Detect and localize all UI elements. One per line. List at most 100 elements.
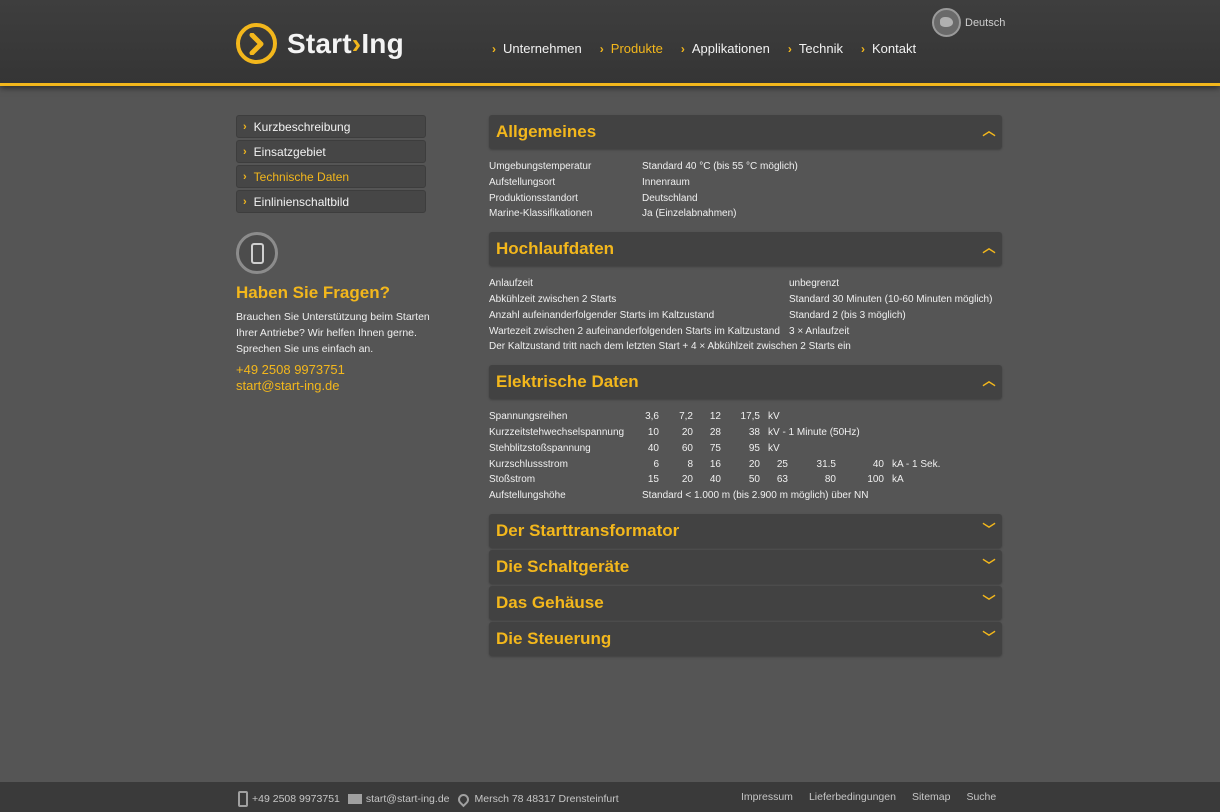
data-value: 20 <box>681 426 693 438</box>
data-row: Marine-Klassifikationen Ja (Einzelabnahme… <box>489 206 1002 222</box>
data-value: Standard 2 (bis 3 möglich) <box>789 309 906 321</box>
accordion-header-hochlaufdaten[interactable]: Hochlaufdaten ︿ <box>489 232 1002 267</box>
subnav-item-label: Einlinienschaltbild <box>253 194 350 209</box>
nav-item-label: Kontakt <box>871 41 917 56</box>
data-label: Stoßstrom <box>489 474 536 486</box>
data-value: 3,6 <box>645 411 659 423</box>
accordion-header-allgemeines[interactable]: Allgemeines ︿ <box>489 115 1002 149</box>
content: Allgemeines ︿ Umgebungstemperatur Standar… <box>489 115 1002 658</box>
nav-item-applikationen[interactable]: › Applikationen <box>681 41 770 56</box>
data-value: 17,5 <box>740 411 760 423</box>
footer-link-lieferbedingungen[interactable]: Lieferbedingungen <box>809 791 896 803</box>
data-value: 3 × Anlaufzeit <box>789 325 850 337</box>
phone-icon <box>238 791 248 807</box>
data-value: 8 <box>687 458 693 470</box>
data-label: Kurzzeitstehwechselspannung <box>489 426 625 438</box>
footer-link-impressum[interactable]: Impressum <box>741 791 793 803</box>
data-value: 38 <box>748 426 760 438</box>
accordion-header-gehaeuse[interactable]: Das Gehäuse ﹀ <box>489 585 1002 620</box>
accordion-body-hochlaufdaten: Anlaufzeit unbegrenzt Abkühlzeit zwischen… <box>489 276 1002 355</box>
data-row: Stoßstrom 15 20 40 50 63 80 100 kA <box>489 472 1002 488</box>
chevron-down-icon[interactable]: ﹀ <box>981 558 997 574</box>
data-row: Spannungsreihen 3,6 7,2 12 17,5 kV <box>489 409 1002 425</box>
subnav-item-einlinienschaltbild[interactable]: › Einlinienschaltbild <box>236 190 426 213</box>
chevron-up-icon[interactable]: ︿ <box>981 240 997 256</box>
data-value: 20 <box>748 458 760 470</box>
subnav-item-technische-daten[interactable]: › Technische Daten <box>236 165 426 188</box>
help-text: Brauchen Sie Unterstützung beim Starten … <box>236 311 430 355</box>
nav-item-produkte[interactable]: › Produkte <box>600 41 663 56</box>
chevron-up-icon[interactable]: ︿ <box>981 373 997 389</box>
accordion-header-schaltgeraete[interactable]: Die Schaltgeräte ﹀ <box>489 549 1002 584</box>
data-label: Umgebungstemperatur <box>489 161 592 172</box>
data-value: Standard 30 Minuten (10-60 Minuten mögli… <box>789 293 993 305</box>
site-header: Start›Ing Deutsch › Unternehmen › Produkte… <box>0 0 1220 86</box>
data-row: Kurzschlussstrom 6 8 16 20 25 31.5 40 kA… <box>489 457 1002 473</box>
data-label: Wartezeit zwischen 2 aufeinanderfolgende… <box>489 325 780 337</box>
subnav-item-label: Technische Daten <box>253 169 350 184</box>
logo[interactable]: Start›Ing <box>236 23 404 64</box>
logo-text-part1: Start <box>287 27 352 59</box>
data-unit: kA - 1 Sek. <box>892 458 941 470</box>
logo-text: Start›Ing <box>287 28 404 60</box>
data-value: 75 <box>709 442 721 454</box>
data-note: Der Kaltzustand tritt nach dem letzten S… <box>489 341 851 353</box>
footer-phone[interactable]: +49 2508 9973751 <box>238 791 340 807</box>
nav-item-technik[interactable]: › Technik <box>788 41 843 56</box>
globe-icon <box>932 8 961 37</box>
accordion-header-starttransformator[interactable]: Der Starttransformator ﹀ <box>489 513 1002 548</box>
nav-item-unternehmen[interactable]: › Unternehmen <box>492 41 582 56</box>
accordion-header-elektrische-daten[interactable]: Elektrische Daten ︿ <box>489 365 1002 400</box>
data-unit: kV - 1 Minute (50Hz) <box>768 426 860 438</box>
data-value: 12 <box>709 411 721 423</box>
data-label: Spannungsreihen <box>489 411 568 423</box>
data-label: Produktionsstandort <box>489 192 578 204</box>
chevron-right-icon: › <box>599 41 604 56</box>
accordion-header-steuerung[interactable]: Die Steuerung ﹀ <box>489 621 1002 656</box>
data-value: Ja (Einzelabnahmen) <box>642 208 737 220</box>
language-label: Deutsch <box>965 16 1006 29</box>
data-label: Kurzschlussstrom <box>489 458 568 470</box>
chevron-up-icon[interactable]: ︿ <box>981 123 997 139</box>
chevron-right-icon: › <box>492 41 496 56</box>
footer-email[interactable]: start@start-ing.de <box>347 793 450 805</box>
help-email-link[interactable]: start@start-ing.de <box>236 378 340 393</box>
data-value: unbegrenzt <box>789 278 840 290</box>
language-switch[interactable]: Deutsch <box>932 8 1005 37</box>
accordion-title: Die Schaltgeräte <box>496 556 630 576</box>
data-row: Produktionsstandort Deutschland <box>489 191 1002 207</box>
accordion-title: Elektrische Daten <box>496 372 639 392</box>
location-pin-icon <box>455 791 471 807</box>
data-value: 10 <box>647 426 659 438</box>
nav-item-kontakt[interactable]: › Kontakt <box>861 41 916 56</box>
chevron-down-icon[interactable]: ﹀ <box>981 630 997 646</box>
footer-link-suche[interactable]: Suche <box>966 791 996 803</box>
data-label: Aufstellungshöhe <box>489 490 566 502</box>
help-title: Haben Sie Fragen? <box>236 283 390 302</box>
data-unit: kV <box>768 442 780 454</box>
nav-item-label: Unternehmen <box>503 41 582 56</box>
chevron-down-icon[interactable]: ﹀ <box>981 594 997 610</box>
data-value: Standard 40 °C (bis 55 °C möglich) <box>642 161 798 172</box>
subnav-item-label: Kurzbeschreibung <box>253 119 351 134</box>
data-value: 25 <box>776 458 788 470</box>
accordion-title: Der Starttransformator <box>496 520 680 540</box>
logo-text-part2: Ing <box>361 27 404 59</box>
footer-contact: +49 2508 9973751 start@start-ing.de Mers… <box>238 791 627 807</box>
data-label: Marine-Klassifikationen <box>489 208 593 220</box>
subnav-item-einsatzgebiet[interactable]: › Einsatzgebiet <box>236 140 426 163</box>
subnav-item-kurzbeschreibung[interactable]: › Kurzbeschreibung <box>236 115 426 138</box>
smartphone-icon <box>236 232 278 274</box>
data-value: 40 <box>647 442 659 454</box>
footer-link-sitemap[interactable]: Sitemap <box>912 791 951 803</box>
data-value: 50 <box>748 474 760 486</box>
data-value: 6 <box>653 458 659 470</box>
accordion-title: Allgemeines <box>496 122 597 141</box>
footer-address-text: Mersch 78 48317 Drensteinfurt <box>474 793 619 805</box>
data-value: 16 <box>709 458 721 470</box>
nav-item-label: Technik <box>798 41 843 56</box>
data-unit: kV <box>768 411 780 423</box>
help-phone-link[interactable]: +49 2508 9973751 <box>236 362 345 377</box>
nav-item-label: Produkte <box>610 41 663 56</box>
chevron-down-icon[interactable]: ﹀ <box>981 522 997 538</box>
